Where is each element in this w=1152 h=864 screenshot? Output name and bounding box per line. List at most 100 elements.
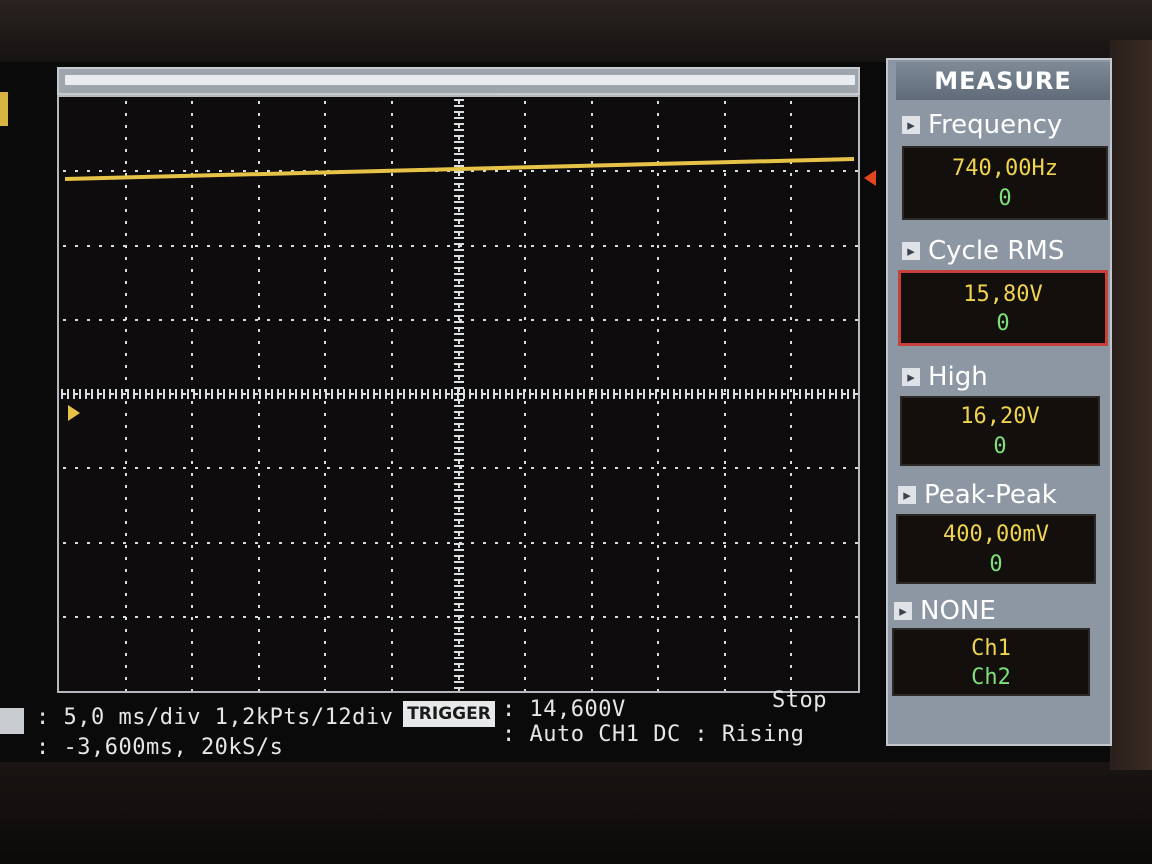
center-axis-tick	[763, 389, 765, 399]
center-axis-tick	[79, 389, 81, 399]
center-axis-tick	[361, 389, 363, 399]
center-axis-tick	[691, 389, 693, 399]
center-axis-tick	[847, 389, 849, 399]
center-axis-tick	[454, 201, 464, 203]
center-axis-tick	[454, 243, 464, 245]
center-axis-tick	[235, 389, 237, 399]
measure-value-box-none: Ch1 Ch2	[892, 628, 1090, 696]
measure-item-peak-peak[interactable]: ▸ Peak-Peak	[898, 480, 1057, 510]
center-axis-tick	[385, 389, 387, 399]
center-axis-tick	[454, 441, 464, 443]
center-axis-tick	[559, 389, 561, 399]
graticule-vline	[125, 101, 127, 691]
center-axis-tick	[289, 389, 291, 399]
graticule-vline	[191, 101, 193, 691]
measure-item-cycle-rms[interactable]: ▸ Cycle RMS	[902, 236, 1064, 266]
center-axis-tick	[454, 189, 464, 191]
chevron-right-icon: ▸	[902, 242, 920, 260]
trigger-level-marker	[864, 170, 876, 186]
center-axis-tick	[454, 465, 464, 467]
center-axis-tick	[169, 389, 171, 399]
center-axis-tick	[454, 147, 464, 149]
center-axis-tick	[727, 389, 729, 399]
center-axis-tick	[517, 389, 519, 399]
center-axis-tick	[211, 389, 213, 399]
center-axis-tick	[751, 389, 753, 399]
center-axis-tick	[331, 389, 333, 399]
center-axis-tick	[775, 389, 777, 399]
center-axis-tick	[454, 525, 464, 527]
center-axis-tick	[454, 519, 464, 521]
center-axis-tick	[769, 389, 771, 399]
center-axis-tick	[454, 669, 464, 671]
center-axis-tick	[454, 363, 464, 365]
chevron-right-icon: ▸	[894, 602, 912, 620]
measure-value-box-frequency: 740,00Hz 0	[902, 146, 1108, 220]
center-axis-tick	[454, 123, 464, 125]
center-axis-tick	[454, 537, 464, 539]
center-axis-tick	[373, 389, 375, 399]
center-axis-tick	[454, 369, 464, 371]
center-axis-tick	[454, 645, 464, 647]
measure-item-none[interactable]: ▸ NONE	[894, 596, 996, 626]
center-axis-tick	[307, 389, 309, 399]
memory-scrollbar-thumb[interactable]	[65, 75, 855, 85]
center-axis-tick	[325, 389, 327, 399]
center-axis-tick	[721, 389, 723, 399]
center-axis-tick	[277, 389, 279, 399]
center-axis-tick	[454, 429, 464, 431]
center-axis-tick	[454, 219, 464, 221]
graticule-vline	[657, 101, 659, 691]
offset-readout: : -3,600ms, 20kS/s	[36, 735, 284, 760]
center-axis-tick	[454, 531, 464, 533]
center-axis-tick	[229, 389, 231, 399]
center-axis-tick	[454, 321, 464, 323]
center-axis-tick	[61, 389, 63, 399]
center-axis-tick	[703, 389, 705, 399]
center-axis-tick	[577, 389, 579, 399]
center-axis-tick	[127, 389, 129, 399]
center-axis-tick	[73, 389, 75, 399]
ch1-ground-marker	[68, 405, 80, 421]
center-axis-tick	[454, 195, 464, 197]
center-axis-tick	[454, 639, 464, 641]
center-axis-tick	[85, 389, 87, 399]
center-axis-tick	[139, 389, 141, 399]
center-axis-tick	[454, 489, 464, 491]
measure-value: 16,20V	[960, 404, 1040, 429]
center-axis-tick	[454, 495, 464, 497]
center-axis-tick	[454, 609, 464, 611]
measure-item-frequency[interactable]: ▸ Frequency	[902, 110, 1062, 140]
center-axis-tick	[295, 389, 297, 399]
center-axis-tick	[454, 513, 464, 515]
bezel-right	[1110, 40, 1152, 800]
center-axis-tick	[145, 389, 147, 399]
center-axis-tick	[454, 99, 464, 101]
center-axis-tick	[454, 267, 464, 269]
center-axis-tick	[709, 389, 711, 399]
center-axis-tick	[835, 389, 837, 399]
center-axis-tick	[265, 389, 267, 399]
center-axis-tick	[454, 345, 464, 347]
graticule-hline	[63, 467, 858, 469]
chevron-right-icon: ▸	[902, 116, 920, 134]
memory-scrollbar[interactable]	[57, 67, 860, 95]
center-axis-tick	[454, 483, 464, 485]
measure-item-high[interactable]: ▸ High	[902, 362, 988, 392]
graticule	[61, 99, 858, 691]
center-axis-tick	[91, 389, 93, 399]
center-axis-tick	[454, 135, 464, 137]
center-axis-tick	[454, 357, 464, 359]
center-axis-tick	[133, 389, 135, 399]
center-axis-tick	[454, 315, 464, 317]
center-axis-tick	[454, 255, 464, 257]
center-axis-tick	[454, 105, 464, 107]
center-axis-tick	[583, 389, 585, 399]
center-axis-tick	[454, 447, 464, 449]
center-axis-tick	[841, 389, 843, 399]
center-axis-tick	[454, 141, 464, 143]
trigger-level-readout: : 14,600V	[502, 697, 626, 722]
center-axis-tick	[454, 453, 464, 455]
measure-sub-value: 0	[998, 186, 1012, 211]
center-axis-tick	[454, 435, 464, 437]
